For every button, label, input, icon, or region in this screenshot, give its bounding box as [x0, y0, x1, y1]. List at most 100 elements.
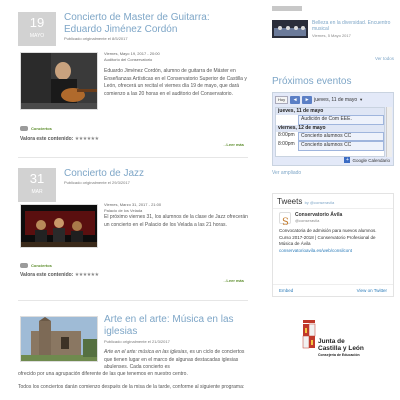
- post-title[interactable]: Concierto de Master de Guitarra: Eduardo…: [64, 12, 248, 36]
- post-excerpt: Arte en el arte: música en las iglesias,…: [104, 349, 248, 372]
- read-more-link[interactable]: Leer más: [222, 142, 244, 147]
- tweet-body: Convocatoria de admisión para nuevos alu…: [279, 228, 377, 246]
- calendar-footer-label: Google Calendario: [352, 157, 390, 163]
- event-place: Auditorio del Conservatorio: [104, 57, 153, 62]
- news-item[interactable]: Belleza en la diversidad. Encuentro musi…: [272, 20, 394, 44]
- post-meta: Viernes, Mayo 19, 2017 - 20:00 Auditorio…: [104, 51, 160, 63]
- post-thumbnail[interactable]: [20, 52, 98, 110]
- post-thumbnail[interactable]: [20, 316, 98, 362]
- post-thumbnail[interactable]: [20, 204, 98, 248]
- event-name: Concierto alumnos CC: [298, 141, 384, 151]
- event-time: 8:00pm: [278, 141, 295, 147]
- rating-stars[interactable]: ★★★★★★: [75, 272, 99, 278]
- agenda-event[interactable]: Audición de Com EEE.: [276, 115, 384, 125]
- tweets-header: Tweets by @conseravila: [277, 197, 334, 206]
- logo-text: Junta de Castilla y León Consejería de E…: [318, 338, 364, 359]
- see-all-link[interactable]: Ver todos: [375, 56, 394, 61]
- date-badge: 31 mar: [18, 168, 56, 202]
- agenda-day: jueves, 11 de mayo: [276, 108, 384, 115]
- rating-label: Valora este contenido:: [20, 272, 74, 278]
- tweets-by[interactable]: by @conseravila: [305, 200, 335, 205]
- logo-line1: Junta de: [318, 338, 345, 345]
- read-more-link[interactable]: Leer más: [222, 278, 244, 283]
- logo-line2: Castilla y León: [318, 345, 364, 352]
- category-label: Conciertos: [31, 126, 52, 131]
- news-thumbnail: [272, 20, 308, 38]
- agenda-event[interactable]: 8:00pm Concierto alumnos CC: [276, 141, 384, 151]
- post-excerpt: El próximo viernes 31, los alumnos de la…: [104, 214, 248, 228]
- post-published: Publicado originalmente el 29/3/2017: [64, 180, 130, 185]
- news-item-partial[interactable]: [272, 6, 394, 12]
- news-date: Viernes, 5 Mayo 2017: [312, 33, 351, 38]
- date-day: 31: [29, 171, 45, 186]
- coat-of-arms-icon: [302, 320, 316, 349]
- comments-icon: [20, 126, 28, 131]
- event-time: [278, 115, 298, 125]
- date-badge: 19 mayo: [18, 12, 56, 46]
- tweet-text: Convocatoria de admisión para nuevos alu…: [279, 228, 389, 254]
- post-published: Publicado originalmente el 21/3/2017: [104, 339, 170, 344]
- post-title[interactable]: Concierto de Jazz: [64, 168, 248, 180]
- post-excerpt: Eduardo Jiménez Cordón, alumno de guitar…: [104, 68, 247, 97]
- junta-logo[interactable]: Junta de Castilla y León Consejería de E…: [300, 320, 370, 370]
- category-label: Conciertos: [31, 263, 52, 268]
- post-item: 19 mayo Concierto de Master de Guitarra:…: [18, 12, 248, 162]
- twitter-timeline: Tweets by @conseravila S Conservatorio Á…: [272, 193, 394, 297]
- event-name: Audición de Com EEE.: [298, 115, 384, 125]
- agenda-scrollbar[interactable]: [386, 107, 392, 157]
- agenda-list: jueves, 11 de mayo Audición de Com EEE. …: [275, 107, 385, 157]
- guitarist-image: [21, 53, 97, 109]
- today-button[interactable]: Hoy: [275, 95, 289, 104]
- date-day: 19: [29, 15, 45, 30]
- post-title[interactable]: Arte en el arte: Música en las iglesias: [104, 314, 254, 338]
- events-title: Próximos eventos: [272, 76, 352, 87]
- svg-text:S: S: [282, 217, 289, 226]
- logo-line3: Consejería de Educación: [318, 353, 360, 357]
- main-content: 19 mayo Concierto de Master de Guitarra:…: [18, 0, 248, 400]
- divider: [18, 157, 248, 158]
- plus-icon: +: [344, 157, 351, 163]
- post-published: Publicado originalmente el 8/5/2017: [64, 36, 128, 41]
- agenda-day: viernes, 12 de mayo: [276, 124, 384, 132]
- tweets-footer: Embed View on Twitter: [273, 284, 393, 296]
- comments-icon: [20, 263, 28, 268]
- church-image: [21, 317, 97, 361]
- divider: [18, 300, 248, 301]
- event-name: Concierto alumnos CC: [298, 131, 384, 141]
- calendar-toolbar: Hoy ◄ ► jueves, 11 de mayo ▼: [275, 95, 363, 104]
- tweet-link[interactable]: conservatorioavila.es/web/consilcont: [279, 248, 352, 253]
- agenda-event[interactable]: 8:00pm Concierto alumnos CC: [276, 131, 384, 141]
- next-arrow-icon[interactable]: ►: [302, 95, 313, 104]
- excerpt-title: Arte en el arte: música en las iglesias: [104, 349, 187, 355]
- category-link[interactable]: Conciertos: [20, 126, 52, 131]
- category-link[interactable]: Conciertos: [20, 263, 52, 268]
- date-month: mar: [31, 189, 43, 195]
- prev-arrow-icon[interactable]: ◄: [290, 95, 301, 104]
- account-handle[interactable]: @conseravila: [295, 218, 319, 223]
- post-text-line: Todos los conciertos darán comienzo desp…: [18, 384, 245, 390]
- see-extended-link[interactable]: Ver ampliado: [272, 170, 301, 176]
- tweets-title: Tweets: [277, 197, 303, 206]
- rating-label: Valora este contenido:: [20, 136, 74, 142]
- calendar-range[interactable]: jueves, 11 de mayo: [314, 97, 357, 103]
- google-calendar-widget: Hoy ◄ ► jueves, 11 de mayo ▼ jueves, 11 …: [272, 92, 394, 166]
- embed-link[interactable]: Embed: [279, 288, 293, 293]
- post-text-line: ofrecido por una agrupación diferente de…: [18, 371, 188, 377]
- news-thumb-partial: [272, 6, 302, 11]
- rating: Valora este contenido: ★★★★★★: [20, 272, 99, 278]
- google-calendar-link[interactable]: + Google Calendario: [344, 157, 390, 163]
- account-avatar[interactable]: S: [279, 212, 291, 228]
- date-month: mayo: [29, 33, 45, 39]
- dropdown-icon[interactable]: ▼: [359, 97, 363, 102]
- post-header: 19 mayo Concierto de Master de Guitarra:…: [18, 12, 248, 46]
- post-item: Arte en el arte: Música en las iglesias …: [18, 314, 248, 400]
- post-item: 31 mar Concierto de Jazz Publicado origi…: [18, 168, 248, 298]
- rating: Valora este contenido: ★★★★★★: [20, 136, 99, 142]
- news-title[interactable]: Belleza en la diversidad. Encuentro musi…: [312, 20, 394, 32]
- divider: [273, 208, 393, 209]
- event-time: 8:00pm: [278, 131, 295, 138]
- view-on-twitter-link[interactable]: View on Twitter: [357, 288, 387, 293]
- jazz-concert-image: [21, 205, 97, 247]
- post-header: 31 mar Concierto de Jazz: [18, 168, 248, 202]
- rating-stars[interactable]: ★★★★★★: [75, 136, 99, 142]
